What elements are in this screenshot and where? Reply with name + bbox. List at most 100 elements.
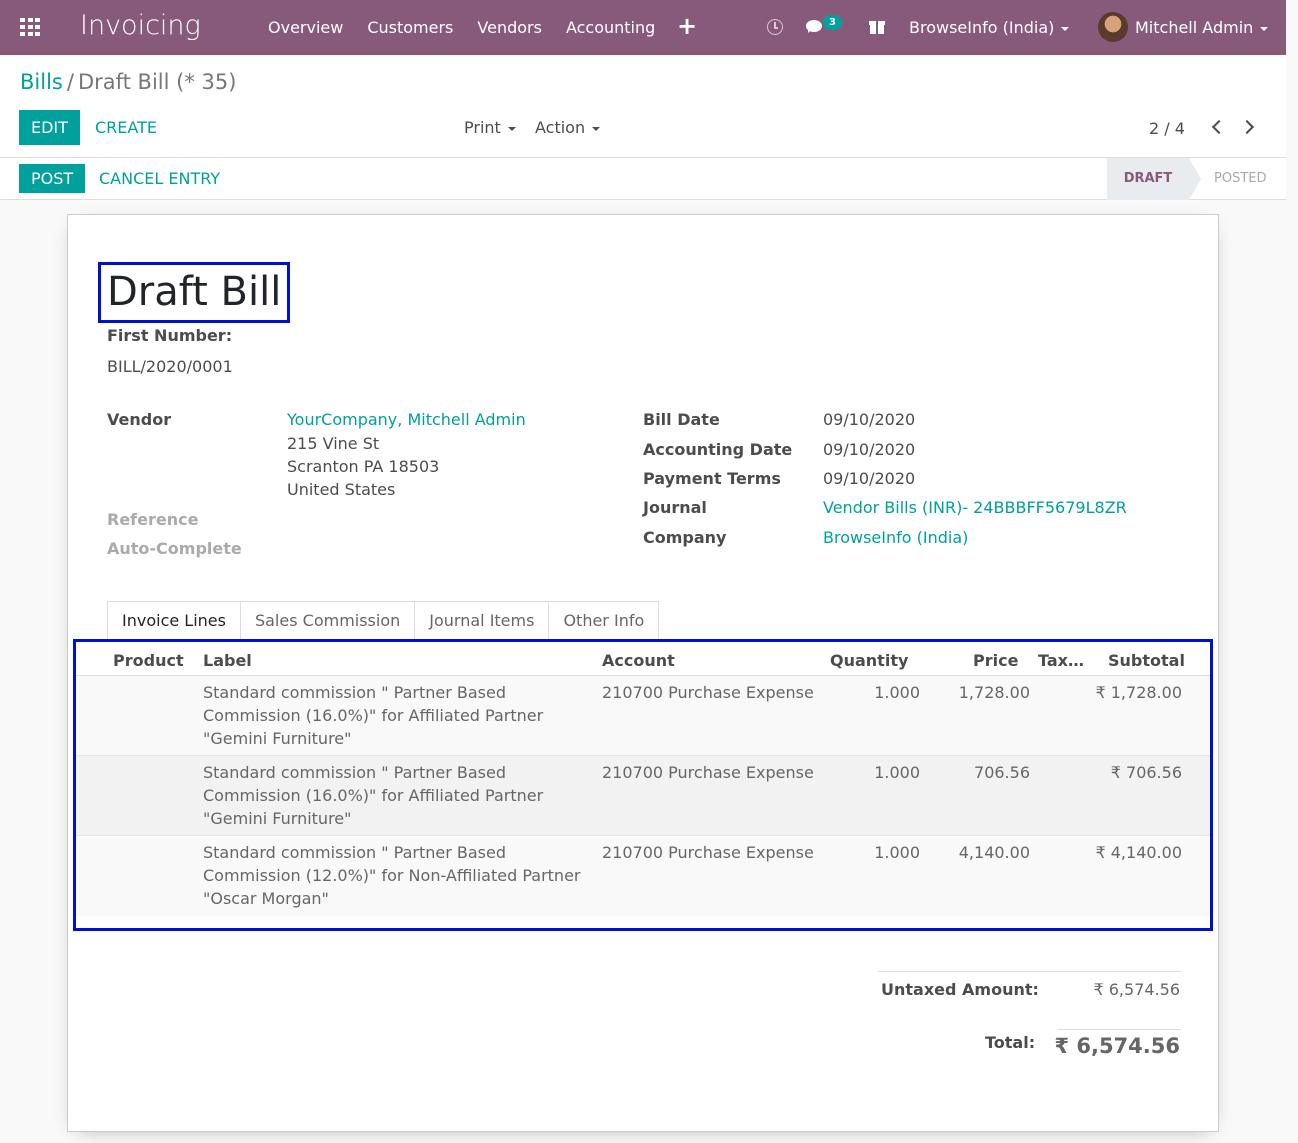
table-row[interactable]: Standard commission " Partner Based Comm…	[76, 836, 1210, 916]
company-link[interactable]: BrowseInfo (India)	[823, 528, 968, 547]
pager-value[interactable]: 2 / 4	[1149, 119, 1185, 138]
print-label: Print	[464, 118, 501, 137]
line-price: 706.56	[974, 763, 1030, 782]
tab-journal-items[interactable]: Journal Items	[414, 601, 550, 639]
total-divider	[1058, 1029, 1181, 1030]
company-name: BrowseInfo (India)	[909, 18, 1055, 37]
action-label: Action	[535, 118, 586, 137]
journal-label: Journal	[643, 498, 707, 517]
line-account: 210700 Purchase Expense	[602, 683, 814, 702]
bill-date-label: Bill Date	[643, 410, 720, 429]
create-button[interactable]: CREATE	[95, 118, 157, 137]
status-draft[interactable]: DRAFT	[1107, 158, 1201, 200]
line-price: 4,140.00	[958, 843, 1030, 862]
column-account[interactable]: Account	[602, 651, 675, 670]
vendor-country: United States	[287, 480, 396, 499]
first-number-label: First Number:	[107, 326, 233, 345]
accounting-date-label: Accounting Date	[643, 440, 793, 459]
edit-button[interactable]: EDIT	[19, 110, 80, 145]
control-panel: Bills / Draft Bill (* 35) EDIT CREATE Prin…	[0, 55, 1286, 200]
column-quantity[interactable]: Quantity	[830, 651, 908, 670]
accounting-date-value: 09/10/2020	[823, 440, 916, 459]
caret-down-icon	[1061, 26, 1070, 31]
user-menu[interactable]: Mitchell Admin	[1135, 18, 1269, 37]
line-subtotal: ₹ 706.56	[1110, 763, 1182, 782]
message-count-badge: 3	[823, 15, 842, 30]
apps-menu-icon[interactable]	[20, 18, 40, 36]
payment-terms-value: 09/10/2020	[823, 469, 916, 488]
invoice-lines-table: Product Label Account Quantity Price Tax…	[73, 639, 1213, 931]
company-switcher[interactable]: BrowseInfo (India)	[909, 18, 1070, 37]
menu-item-vendors[interactable]: Vendors	[477, 18, 542, 37]
caret-down-icon	[507, 126, 516, 131]
line-account: 210700 Purchase Expense	[602, 763, 814, 782]
post-button[interactable]: POST	[19, 164, 86, 193]
chat-icon[interactable]	[806, 20, 822, 33]
line-label: Standard commission " Partner Based Comm…	[203, 763, 544, 828]
column-label[interactable]: Label	[203, 651, 252, 670]
breadcrumb: Bills / Draft Bill (* 35)	[20, 70, 236, 94]
vendor-link[interactable]: YourCompany, Mitchell Admin	[287, 410, 526, 429]
tab-invoice-lines[interactable]: Invoice Lines	[107, 601, 241, 639]
line-account: 210700 Purchase Expense	[602, 843, 814, 862]
line-price: 1,728.00	[958, 683, 1030, 702]
action-dropdown[interactable]: Action	[535, 118, 601, 137]
notebook-tabs: Invoice Lines Sales Commission Journal I…	[107, 601, 660, 639]
table-row[interactable]: Standard commission " Partner Based Comm…	[76, 676, 1210, 756]
table-header: Product Label Account Quantity Price Tax…	[76, 642, 1210, 676]
status-posted[interactable]: POSTED	[1214, 158, 1267, 200]
breadcrumb-separator: /	[66, 70, 74, 94]
cancel-entry-button[interactable]: CANCEL ENTRY	[99, 169, 220, 188]
first-number-value: BILL/2020/0001	[107, 357, 233, 376]
plus-icon[interactable]: +	[677, 12, 697, 40]
vendor-city: Scranton PA 18503	[287, 457, 440, 476]
print-dropdown[interactable]: Print	[464, 118, 516, 137]
line-subtotal: ₹ 1,728.00	[1095, 683, 1182, 702]
untaxed-amount-value: ₹ 6,574.56	[1093, 980, 1180, 999]
untaxed-amount-label: Untaxed Amount:	[881, 980, 1039, 999]
top-navbar: Invoicing Overview Customers Vendors Acc…	[0, 0, 1286, 55]
bill-title-box: Draft Bill	[98, 262, 291, 323]
form-sheet: Draft Bill First Number: BILL/2020/0001 …	[67, 214, 1219, 1132]
totals-divider	[878, 971, 1181, 972]
chevron-right-icon[interactable]	[1239, 119, 1255, 135]
vendor-label: Vendor	[107, 410, 172, 429]
line-quantity: 1.000	[874, 763, 920, 782]
gift-icon[interactable]	[869, 18, 885, 34]
menu-item-accounting[interactable]: Accounting	[566, 18, 655, 37]
app-name: Invoicing	[80, 10, 201, 41]
caret-down-icon	[592, 126, 601, 131]
column-price[interactable]: Price	[973, 651, 1018, 670]
clock-icon[interactable]	[767, 19, 783, 35]
menu-item-overview[interactable]: Overview	[268, 18, 343, 37]
table-row[interactable]: Standard commission " Partner Based Comm…	[76, 756, 1210, 836]
reference-label: Reference	[107, 510, 199, 529]
tab-sales-commission[interactable]: Sales Commission	[239, 601, 416, 639]
line-subtotal: ₹ 4,140.00	[1095, 843, 1182, 862]
auto-complete-label: Auto-Complete	[107, 539, 242, 558]
chevron-left-icon[interactable]	[1211, 119, 1227, 135]
caret-down-icon	[1260, 26, 1269, 31]
avatar[interactable]	[1098, 12, 1128, 42]
column-product[interactable]: Product	[113, 651, 184, 670]
vendor-street: 215 Vine St	[287, 434, 380, 453]
total-label: Total:	[985, 1033, 1036, 1052]
status-bar: POST CANCEL ENTRY DRAFT POSTED	[0, 157, 1286, 200]
breadcrumb-bills[interactable]: Bills	[20, 70, 63, 94]
payment-terms-label: Payment Terms	[643, 469, 781, 488]
tab-other-info[interactable]: Other Info	[548, 601, 660, 639]
column-taxes[interactable]: Tax…	[1038, 651, 1084, 670]
user-name: Mitchell Admin	[1135, 18, 1254, 37]
page-title: Draft Bill	[107, 269, 282, 315]
line-quantity: 1.000	[874, 843, 920, 862]
line-label: Standard commission " Partner Based Comm…	[203, 683, 544, 748]
bill-date-value: 09/10/2020	[823, 410, 916, 429]
breadcrumb-current: Draft Bill (* 35)	[77, 70, 237, 94]
menu-item-customers[interactable]: Customers	[367, 18, 453, 37]
company-label: Company	[643, 528, 727, 547]
journal-link[interactable]: Vendor Bills (INR)- 24BBBFF5679L8ZR	[823, 498, 1127, 517]
line-label: Standard commission " Partner Based Comm…	[203, 843, 581, 908]
total-value: ₹ 6,574.56	[1054, 1034, 1180, 1058]
line-quantity: 1.000	[874, 683, 920, 702]
column-subtotal[interactable]: Subtotal	[1108, 651, 1185, 670]
